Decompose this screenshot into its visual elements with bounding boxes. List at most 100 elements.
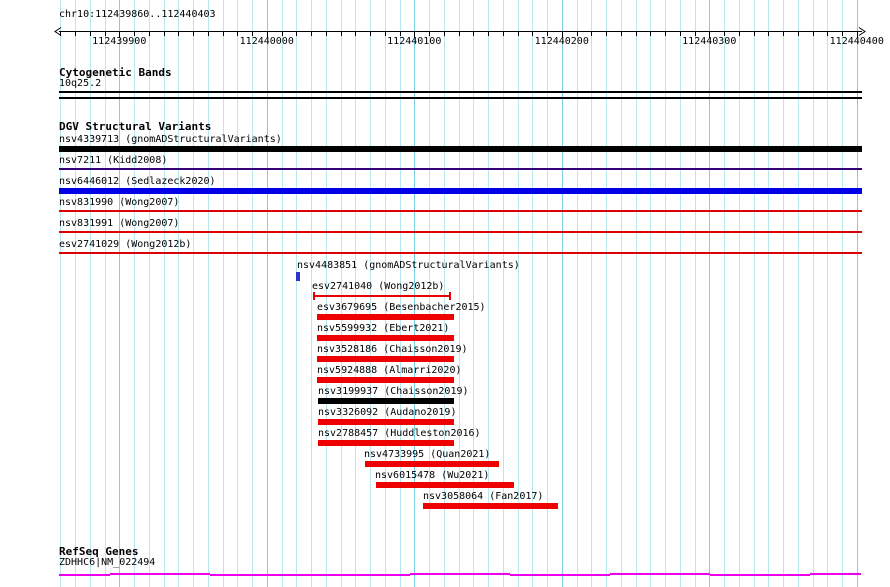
- gene-segment[interactable]: [110, 573, 210, 575]
- grid-line-major: [709, 0, 711, 587]
- ruler-tick-label: 112439900: [92, 36, 147, 47]
- variant-label[interactable]: nsv6015478 (Wu2021): [375, 470, 489, 481]
- variant-bar[interactable]: [59, 146, 862, 152]
- variant-label[interactable]: esv3679695 (Besenbacher2015): [317, 302, 486, 313]
- grid-line-major: [856, 0, 858, 587]
- grid-line-minor: [738, 0, 740, 587]
- grid-line-major: [266, 0, 268, 587]
- gene-segment[interactable]: [410, 573, 510, 575]
- ruler-tick-label: 112440200: [534, 36, 589, 47]
- genome-browser-view: chr10:112439860..112440403 112439900 1124…: [0, 0, 890, 587]
- variant-bar[interactable]: [365, 461, 499, 467]
- grid-line-major: [119, 0, 121, 587]
- grid-line-minor: [311, 0, 312, 587]
- variant-label[interactable]: nsv3058064 (Fan2017): [423, 491, 543, 502]
- gene-segment[interactable]: [810, 573, 861, 575]
- variant-label[interactable]: esv2741040 (Wong2012b): [312, 281, 444, 292]
- ruler-tick: [384, 32, 386, 36]
- grid-line-minor: [252, 0, 253, 587]
- grid-line-minor: [679, 0, 681, 587]
- ruler-tick: [296, 32, 298, 36]
- grid-line-minor: [591, 0, 593, 587]
- ruler-tick: [488, 32, 489, 36]
- variant-bar[interactable]: [318, 398, 454, 404]
- gene-segment[interactable]: [610, 573, 710, 575]
- ruler-tick: [679, 32, 681, 36]
- ruler-tick: [458, 32, 460, 36]
- variant-label[interactable]: nsv3199937 (Chaisson2019): [318, 386, 469, 397]
- variant-line[interactable]: [59, 252, 862, 254]
- ruler-tick: [340, 32, 342, 36]
- grid-line-minor: [797, 0, 799, 587]
- grid-line-minor: [606, 0, 607, 587]
- variant-label[interactable]: nsv2788457 (Huddleston2016): [318, 428, 481, 439]
- ruler-tick: [635, 32, 637, 36]
- gene-name[interactable]: ZDHHC6|NM_022494: [59, 557, 155, 568]
- variant-point[interactable]: [296, 272, 300, 281]
- gene-segment[interactable]: [59, 574, 110, 576]
- variant-label[interactable]: nsv3326092 (Audano2019): [318, 407, 456, 418]
- grid-line-minor: [724, 0, 725, 587]
- ruler-tick: [89, 32, 91, 36]
- ruler-tick: [827, 32, 829, 36]
- grid-line-minor: [827, 0, 829, 587]
- grid-line-minor: [620, 0, 622, 587]
- variant-label[interactable]: nsv4339713 (gnomADStructuralVariants): [59, 134, 282, 145]
- variant-line[interactable]: [59, 231, 862, 233]
- variant-label[interactable]: nsv4733995 (Quan2021): [364, 449, 490, 460]
- grid-line-minor: [281, 0, 283, 587]
- variant-bar[interactable]: [317, 335, 454, 341]
- variant-label[interactable]: nsv5924888 (Almarri2020): [317, 365, 462, 376]
- variant-line[interactable]: [59, 168, 862, 170]
- grid-line-minor: [296, 0, 298, 587]
- ruler-tick: [207, 32, 209, 36]
- variant-range[interactable]: [313, 292, 451, 300]
- ruler-tick-label: 112440000: [239, 36, 294, 47]
- ruler-tick: [738, 32, 740, 36]
- ruler-tick: [370, 32, 371, 36]
- variant-label[interactable]: esv2741029 (Wong2012b): [59, 239, 191, 250]
- grid-line-minor: [134, 0, 135, 587]
- gene-segment[interactable]: [210, 574, 310, 576]
- variant-bar[interactable]: [318, 440, 454, 446]
- ruler-tick: [148, 32, 150, 36]
- ruler-tick: [768, 32, 770, 36]
- variant-bar[interactable]: [318, 419, 454, 425]
- variant-bar[interactable]: [317, 356, 454, 362]
- grid-line-minor: [665, 0, 666, 587]
- grid-line-minor: [842, 0, 843, 587]
- grid-line-minor: [163, 0, 165, 587]
- variant-label[interactable]: nsv831990 (Wong2007): [59, 197, 179, 208]
- variant-bar[interactable]: [317, 314, 454, 320]
- variant-range-right-cap: [449, 292, 451, 300]
- grid-line-minor: [547, 0, 548, 587]
- ruler-tick: [502, 32, 504, 36]
- variant-range-left-cap: [313, 292, 315, 300]
- gene-segment[interactable]: [510, 574, 610, 576]
- grid-line-minor: [753, 0, 755, 587]
- gene-segment[interactable]: [710, 574, 810, 576]
- variant-range-line: [313, 295, 451, 297]
- ruler-tick: [812, 32, 814, 36]
- variant-bar[interactable]: [317, 377, 454, 383]
- variant-label[interactable]: nsv7211 (Kidd2008): [59, 155, 167, 166]
- gene-segment[interactable]: [310, 574, 410, 576]
- variant-label[interactable]: nsv3528186 (Chaisson2019): [317, 344, 468, 355]
- grid-line-minor: [148, 0, 150, 587]
- variant-label[interactable]: nsv5599932 (Ebert2021): [317, 323, 449, 334]
- variant-line[interactable]: [59, 210, 862, 212]
- variant-bar[interactable]: [59, 188, 862, 194]
- ruler-tick: [311, 32, 312, 36]
- variant-bar[interactable]: [423, 503, 558, 509]
- variant-label[interactable]: nsv4483851 (gnomADStructuralVariants): [297, 260, 520, 271]
- ruler-tick-label: 112440300: [682, 36, 737, 47]
- grid-line-minor: [193, 0, 194, 587]
- ruler-tick: [443, 32, 445, 36]
- ruler-tick: [517, 32, 519, 36]
- ruler-tick: [193, 32, 194, 36]
- ruler-tick: [606, 32, 607, 36]
- variant-label[interactable]: nsv831991 (Wong2007): [59, 218, 179, 229]
- region-label: chr10:112439860..112440403: [59, 9, 216, 20]
- variant-label[interactable]: nsv6446012 (Sedlazeck2020): [59, 176, 216, 187]
- variant-bar[interactable]: [376, 482, 514, 488]
